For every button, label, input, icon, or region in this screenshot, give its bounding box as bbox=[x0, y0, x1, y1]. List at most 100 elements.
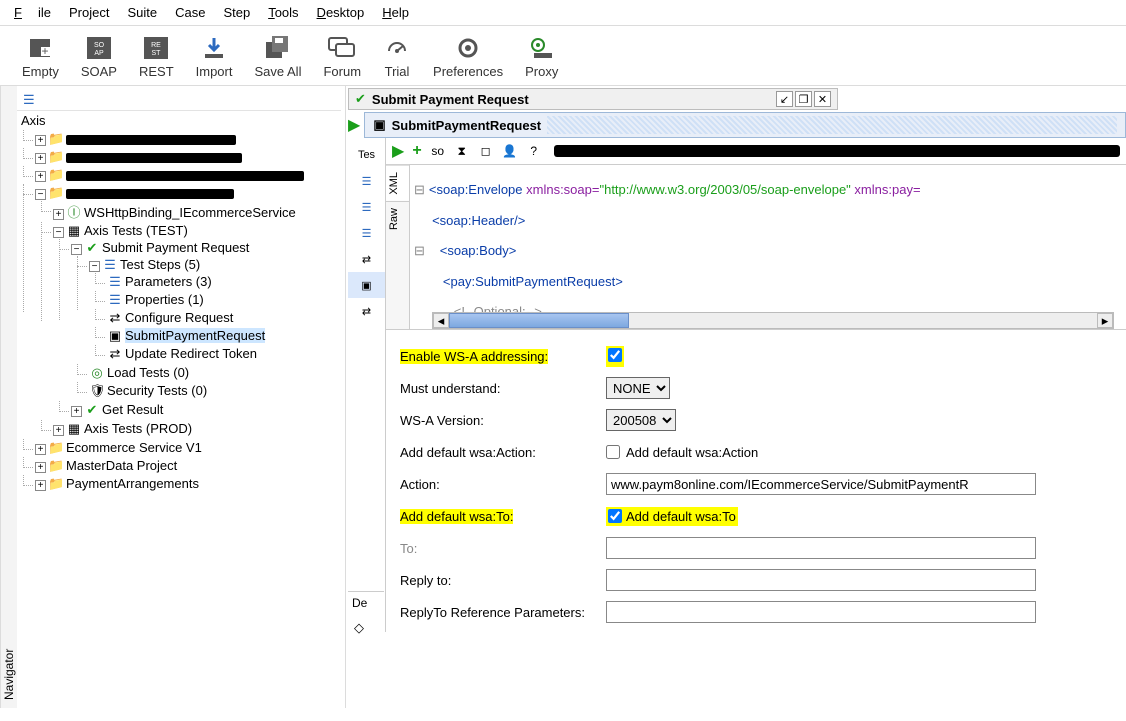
bottom-tab[interactable]: De bbox=[348, 591, 384, 614]
parameters-icon: ☰ bbox=[107, 274, 123, 290]
expand-toggle[interactable]: + bbox=[35, 444, 46, 455]
checkbox-add-action[interactable] bbox=[606, 445, 620, 459]
menu-case[interactable]: Case bbox=[167, 2, 213, 23]
strip-item[interactable]: ☰ bbox=[348, 168, 385, 194]
tree-step-properties[interactable]: Properties (1) bbox=[125, 292, 204, 307]
trial-icon bbox=[383, 36, 411, 60]
menu-tools[interactable]: Tools bbox=[260, 2, 306, 23]
tree-project-ecommerce[interactable]: Ecommerce Service V1 bbox=[66, 440, 202, 455]
input-replyto[interactable] bbox=[606, 569, 1036, 591]
tree-securitytests[interactable]: Security Tests (0) bbox=[107, 383, 207, 398]
project-tree[interactable]: +📁 +📁 +📁 −📁 +ⒾWSHttpBinding_IEcommerceSe… bbox=[17, 130, 341, 493]
tree-testcase[interactable]: Submit Payment Request bbox=[102, 240, 249, 255]
eraser-icon[interactable]: ◇ bbox=[348, 614, 384, 642]
tool-empty[interactable]: +Empty bbox=[22, 36, 59, 79]
tool-rest[interactable]: RESTREST bbox=[139, 36, 174, 79]
endpoint-url-redacted[interactable] bbox=[554, 145, 1120, 157]
tab-icon[interactable]: ◻ bbox=[478, 143, 494, 159]
select-wsa-version[interactable]: 200508 bbox=[606, 409, 676, 431]
expand-toggle[interactable]: + bbox=[71, 406, 82, 417]
tree-step-configure[interactable]: Configure Request bbox=[125, 310, 233, 325]
select-must-understand[interactable]: NONE bbox=[606, 377, 670, 399]
user-icon[interactable]: 👤 bbox=[502, 143, 518, 159]
redacted-text bbox=[66, 135, 236, 145]
nav-header: ☰ bbox=[17, 90, 341, 111]
label-action: Action: bbox=[400, 477, 600, 492]
tree-project-paymentarr[interactable]: PaymentArrangements bbox=[66, 476, 199, 491]
input-replyref[interactable] bbox=[606, 601, 1036, 623]
label-to: To: bbox=[400, 541, 600, 556]
menu-help[interactable]: Help bbox=[374, 2, 417, 23]
tree-suite[interactable]: Axis Tests (TEST) bbox=[84, 223, 188, 238]
expand-toggle[interactable]: + bbox=[35, 135, 46, 146]
menu-suite[interactable]: Suite bbox=[119, 2, 165, 23]
tree-loadtests[interactable]: Load Tests (0) bbox=[107, 365, 189, 380]
request-title: SubmitPaymentRequest bbox=[392, 118, 542, 133]
strip-item[interactable]: ⇄ bbox=[348, 298, 385, 324]
tool-soap[interactable]: SOAPSOAP bbox=[81, 36, 117, 79]
collapse-toggle[interactable]: − bbox=[89, 261, 100, 272]
strip-item[interactable]: ⇄ bbox=[348, 246, 385, 272]
tool-import[interactable]: Import bbox=[196, 36, 233, 79]
menu-project[interactable]: Project bbox=[61, 2, 117, 23]
request-tab[interactable]: ▣ SubmitPaymentRequest bbox=[364, 112, 1126, 138]
tree-step-submitpayment[interactable]: SubmitPaymentRequest bbox=[125, 328, 265, 343]
tool-preferences[interactable]: Preferences bbox=[433, 36, 503, 79]
expand-toggle[interactable]: + bbox=[35, 153, 46, 164]
soap-icon[interactable]: so bbox=[430, 143, 446, 159]
tree-teststeps[interactable]: Test Steps (5) bbox=[120, 257, 200, 272]
run-request-button[interactable]: ▶ bbox=[392, 141, 404, 161]
menu-step[interactable]: Step bbox=[215, 2, 258, 23]
xml-editor[interactable]: ⊟<soap:Envelope xmlns:soap="http://www.w… bbox=[410, 165, 1126, 329]
label-replyref: ReplyTo Reference Parameters: bbox=[400, 605, 600, 620]
tree-getresult[interactable]: Get Result bbox=[102, 402, 163, 417]
nav-root-label: Axis bbox=[17, 111, 341, 130]
checkbox-add-to[interactable] bbox=[608, 509, 622, 523]
tool-forum[interactable]: Forum bbox=[323, 36, 361, 79]
navigator-tab[interactable]: Navigator bbox=[0, 86, 17, 708]
strip-item[interactable]: ☰ bbox=[348, 194, 385, 220]
input-to[interactable] bbox=[606, 537, 1036, 559]
tool-proxy[interactable]: Proxy bbox=[525, 36, 558, 79]
soap-request-icon: ▣ bbox=[373, 117, 385, 133]
input-action[interactable] bbox=[606, 473, 1036, 495]
tool-trial[interactable]: Trial bbox=[383, 36, 411, 79]
expand-toggle[interactable]: + bbox=[35, 462, 46, 473]
maximize-button[interactable]: ❐ bbox=[795, 91, 812, 107]
collapse-toggle[interactable]: − bbox=[53, 227, 64, 238]
strip-item[interactable]: Tes bbox=[348, 142, 385, 168]
menu-desktop[interactable]: Desktop bbox=[309, 2, 373, 23]
collapse-toggle[interactable]: − bbox=[35, 189, 46, 200]
tree-step-update[interactable]: Update Redirect Token bbox=[125, 346, 257, 361]
loadtest-icon: ◎ bbox=[89, 365, 105, 381]
svg-text:+: + bbox=[42, 44, 49, 58]
help-icon[interactable]: ? bbox=[526, 143, 542, 159]
collapse-toggle[interactable]: − bbox=[71, 244, 82, 255]
strip-item-selected[interactable]: ▣ bbox=[348, 272, 385, 298]
raw-tab[interactable]: Raw bbox=[386, 201, 409, 236]
minimize-button[interactable]: ↙ bbox=[776, 91, 793, 107]
xml-tab[interactable]: XML bbox=[386, 165, 409, 201]
tree-suite-prod[interactable]: Axis Tests (PROD) bbox=[84, 421, 192, 436]
strip-item[interactable]: ☰ bbox=[348, 220, 385, 246]
import-icon bbox=[200, 36, 228, 60]
horizontal-scrollbar[interactable]: ◂▸ bbox=[432, 312, 1114, 329]
close-button[interactable]: ✕ bbox=[814, 91, 831, 107]
tree-binding[interactable]: WSHttpBinding_IEcommerceService bbox=[84, 205, 296, 220]
properties-icon: ☰ bbox=[107, 292, 123, 308]
run-testcase-button[interactable]: ▶ bbox=[348, 115, 360, 135]
menu-file[interactable]: File bbox=[6, 2, 59, 23]
checkbox-enable-wsa[interactable] bbox=[608, 348, 622, 362]
tree-project-masterdata[interactable]: MasterData Project bbox=[66, 458, 177, 473]
clock-icon[interactable]: ⧗ bbox=[454, 143, 470, 159]
tree-step-parameters[interactable]: Parameters (3) bbox=[125, 274, 212, 289]
expand-toggle[interactable]: + bbox=[35, 480, 46, 491]
tool-saveall[interactable]: Save All bbox=[254, 36, 301, 79]
main-toolbar: +Empty SOAPSOAP RESTREST Import Save All… bbox=[0, 26, 1126, 86]
testcase-steps-strip: Tes ☰ ☰ ☰ ⇄ ▣ ⇄ bbox=[348, 138, 386, 632]
expand-toggle[interactable]: + bbox=[53, 209, 64, 220]
expand-toggle[interactable]: + bbox=[35, 171, 46, 182]
lines-icon: ☰ bbox=[23, 92, 35, 108]
expand-toggle[interactable]: + bbox=[53, 425, 64, 436]
add-button[interactable]: + bbox=[412, 142, 421, 160]
